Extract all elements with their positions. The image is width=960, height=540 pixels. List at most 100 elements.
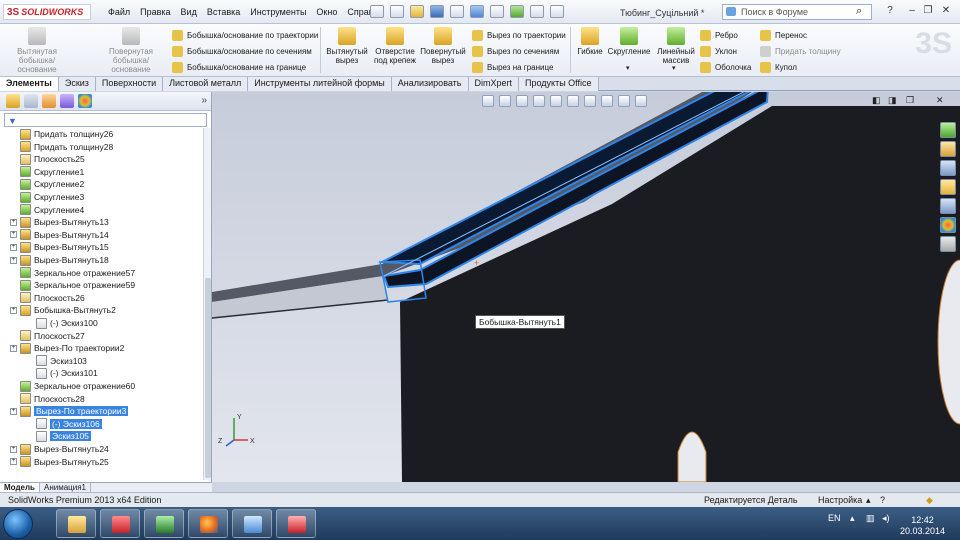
tree-item[interactable]: (-) Эскиз100: [26, 317, 98, 329]
tab-animation[interactable]: Анимация1: [40, 483, 91, 492]
minimize-icon[interactable]: –: [906, 5, 918, 17]
extruded-cut-button[interactable]: Вытянутый вырез: [325, 27, 369, 65]
chevron-up-icon[interactable]: ▴: [866, 495, 871, 506]
zoom-to-area-icon[interactable]: [499, 95, 511, 107]
menu-view[interactable]: Вид: [181, 7, 197, 17]
hide-show-items-icon[interactable]: [584, 95, 596, 107]
tab-model[interactable]: Модель: [0, 483, 40, 492]
custom-properties-icon[interactable]: [940, 236, 956, 252]
tree-item[interactable]: Эскиз103: [26, 355, 87, 367]
tree-item[interactable]: Плоскость27: [10, 330, 85, 342]
dome-button[interactable]: Купол: [760, 62, 797, 73]
display-manager-icon[interactable]: [78, 94, 92, 108]
taskbar-app-firefox[interactable]: [188, 509, 228, 538]
open-folder-icon[interactable]: [410, 5, 424, 18]
expand-toggle-icon[interactable]: +: [10, 407, 17, 415]
graphics-viewport[interactable]: + Y X Z ◧ ◨ ❐ ✕ Бобышка-Вытянуть1: [212, 92, 960, 482]
appearances-icon[interactable]: [940, 217, 956, 233]
tree-scrollbar[interactable]: [203, 128, 211, 480]
tree-item[interactable]: Скругление2: [10, 178, 84, 190]
tab-office-products[interactable]: Продукты Office: [519, 77, 599, 91]
revolved-boss-button[interactable]: Повернутая бобышка/основание: [105, 27, 157, 74]
tab-surfaces[interactable]: Поверхности: [95, 77, 164, 91]
expand-toggle-icon[interactable]: +: [10, 344, 17, 352]
thicken-button[interactable]: Придать толщину: [760, 46, 841, 57]
undo-icon[interactable]: [470, 5, 484, 18]
expand-toggle-icon[interactable]: +: [10, 306, 17, 314]
tree-item[interactable]: Плоскость28: [10, 393, 85, 405]
options-icon[interactable]: [550, 5, 564, 18]
chevron-down-icon[interactable]: ▾: [626, 64, 630, 72]
hole-wizard-button[interactable]: Отверстие под крепеж: [372, 27, 418, 65]
tree-item[interactable]: + Вырез-По траектории3: [10, 405, 129, 417]
draft-button[interactable]: Уклон: [700, 46, 737, 57]
tree-item[interactable]: Эскиз105: [26, 430, 91, 442]
pin-icon[interactable]: [370, 5, 384, 18]
taskbar-app-task-manager[interactable]: [144, 509, 184, 538]
menu-tools[interactable]: Инструменты: [250, 7, 306, 17]
resources-icon[interactable]: [940, 122, 956, 138]
volume-icon[interactable]: ◂): [882, 513, 890, 524]
menu-window[interactable]: Окно: [316, 7, 337, 17]
tree-item[interactable]: (-) Эскиз101: [26, 367, 98, 379]
expand-toggle-icon[interactable]: +: [10, 231, 17, 239]
settings-button[interactable]: Настройка: [818, 495, 862, 505]
revolved-cut-button[interactable]: Повернутый вырез: [420, 27, 466, 65]
flex-button[interactable]: Гибкие: [574, 27, 606, 56]
tree-item[interactable]: + Вырез-Вытянуть18: [10, 254, 109, 266]
taskbar-app-solidworks[interactable]: [100, 509, 140, 538]
tree-item[interactable]: + Вырез-Вытянуть13: [10, 216, 109, 228]
search-input[interactable]: Поиск в Форуме: [722, 4, 872, 20]
restore-icon[interactable]: ❐: [922, 5, 934, 17]
configuration-manager-icon[interactable]: [42, 94, 56, 108]
print-icon[interactable]: [450, 5, 464, 18]
taskbar-app-network[interactable]: [232, 509, 272, 538]
home-icon[interactable]: [940, 141, 956, 157]
scrollbar-thumb[interactable]: [205, 278, 211, 478]
tree-item[interactable]: + Вырез-Вытянуть14: [10, 229, 109, 241]
linear-pattern-button[interactable]: Линейный массив: [654, 27, 698, 65]
rib-button[interactable]: Ребро: [700, 30, 738, 41]
expand-toggle-icon[interactable]: +: [10, 445, 17, 453]
tree-item[interactable]: Плоскость26: [10, 292, 85, 304]
tree-item[interactable]: Скругление4: [10, 204, 84, 216]
expand-toggle-icon[interactable]: +: [10, 256, 17, 264]
view-orientation-icon[interactable]: [550, 95, 562, 107]
menu-insert[interactable]: Вставка: [207, 7, 240, 17]
taskbar-app-explorer[interactable]: [56, 509, 96, 538]
tray-expand-icon[interactable]: ▴: [850, 513, 855, 524]
file-properties-icon[interactable]: [530, 5, 544, 18]
swept-boss-button[interactable]: Бобышка/основание по траектории: [172, 30, 318, 41]
help-icon[interactable]: ?: [880, 495, 885, 505]
tab-sketch[interactable]: Эскиз: [58, 77, 96, 91]
tree-item[interactable]: Зеркальное отражение60: [10, 380, 135, 392]
menu-edit[interactable]: Правка: [140, 7, 170, 17]
tree-item[interactable]: Скругление1: [10, 166, 84, 178]
tree-item[interactable]: + Вырез-По траектории2: [10, 342, 124, 354]
tree-item[interactable]: (-) Эскиз106: [26, 418, 102, 430]
viewport-close-icon[interactable]: ✕: [936, 95, 944, 106]
expand-chevron-icon[interactable]: »: [201, 95, 207, 106]
start-button[interactable]: [3, 509, 33, 539]
display-style-icon[interactable]: [567, 95, 579, 107]
viewport-split-icon[interactable]: ◧: [872, 95, 881, 106]
menu-file[interactable]: Файл: [108, 7, 130, 17]
tree-item[interactable]: + Вырез-Вытянуть25: [10, 456, 109, 468]
viewport-restore-icon[interactable]: ❐: [906, 95, 914, 106]
rebuild-icon[interactable]: [510, 5, 524, 18]
previous-view-icon[interactable]: [516, 95, 528, 107]
dimxpert-manager-icon[interactable]: [60, 94, 74, 108]
tree-item[interactable]: Зеркальное отражение57: [10, 267, 135, 279]
chevron-down-icon[interactable]: ▾: [672, 64, 676, 72]
solidworks-logo[interactable]: 3S SOLIDWORKS: [3, 4, 91, 20]
section-view-icon[interactable]: [533, 95, 545, 107]
viewport-split-icon[interactable]: ◨: [888, 95, 897, 106]
tag-icon[interactable]: ◆: [926, 495, 933, 506]
tab-features[interactable]: Элементы: [0, 77, 59, 91]
tree-filter-input[interactable]: ▼: [4, 113, 207, 127]
feature-manager-icon[interactable]: [6, 94, 20, 108]
expand-toggle-icon[interactable]: +: [10, 243, 17, 251]
tab-sheet-metal[interactable]: Листовой металл: [163, 77, 249, 91]
lofted-cut-button[interactable]: Вырез по сечениям: [472, 46, 559, 57]
tree-item[interactable]: Придать толщину26: [10, 128, 113, 140]
